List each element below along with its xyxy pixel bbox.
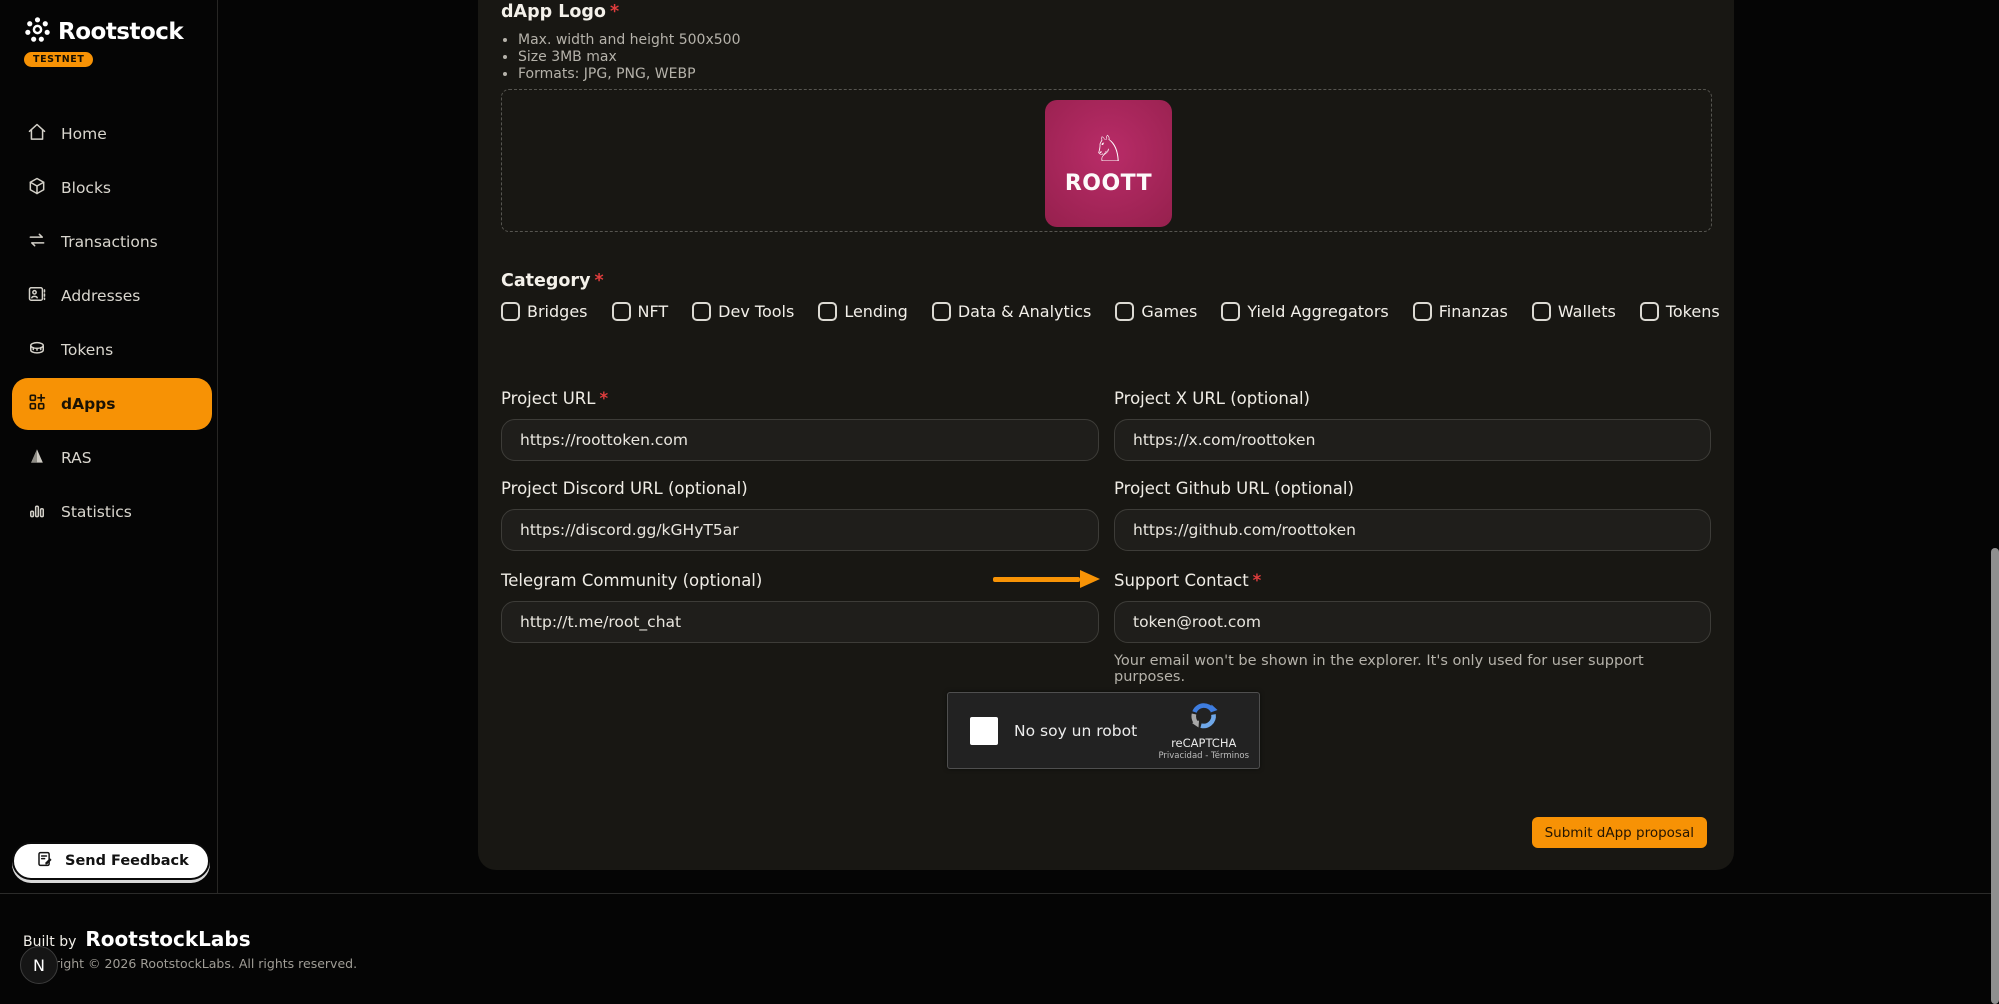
checkbox[interactable] — [612, 302, 631, 321]
sidebar-item-blocks[interactable]: Blocks — [0, 161, 217, 215]
home-icon — [27, 122, 47, 146]
checkbox[interactable] — [1221, 302, 1240, 321]
discord-url-input[interactable] — [501, 509, 1099, 551]
brand-name: Rootstock — [58, 19, 183, 45]
built-by-block: Built by RootstockLabs — [23, 927, 251, 951]
project-x-url-input[interactable] — [1114, 419, 1711, 461]
feedback-note-icon — [36, 850, 54, 872]
github-url-input[interactable] — [1114, 509, 1711, 551]
recaptcha-brand-text: reCAPTCHA — [1171, 736, 1236, 750]
checkbox[interactable] — [1115, 302, 1134, 321]
project-url-input[interactable] — [501, 419, 1099, 461]
checkbox[interactable] — [1532, 302, 1551, 321]
dapp-logo-preview[interactable]: ♘ ROOTT — [1045, 100, 1172, 227]
sidebar-item-label: Transactions — [61, 233, 158, 251]
logo-rules-list: Max. width and height 500x500 Size 3MB m… — [518, 32, 740, 83]
sidebar-item-label: Blocks — [61, 179, 111, 197]
sidebar-item-addresses[interactable]: Addresses — [0, 269, 217, 323]
category-checkbox-data-analytics[interactable]: Data & Analytics — [932, 302, 1092, 321]
sidebar-item-label: dApps — [61, 395, 116, 413]
category-checkbox-bridges[interactable]: Bridges — [501, 302, 588, 321]
cube-icon — [27, 176, 47, 200]
dapp-logo-label: dApp Logo* — [501, 2, 619, 22]
sidebar-item-label: Statistics — [61, 503, 132, 521]
category-checkbox-yield-aggregators[interactable]: Yield Aggregators — [1221, 302, 1388, 321]
notification-avatar[interactable]: N — [20, 946, 58, 984]
sidebar-item-label: Addresses — [61, 287, 140, 305]
scrollbar-thumb[interactable] — [1991, 548, 1999, 1004]
discord-url-label: Project Discord URL (optional) — [501, 479, 1099, 498]
recaptcha-checkbox[interactable] — [970, 717, 998, 745]
copyright-text: Copyright © 2026 RootstockLabs. All righ… — [23, 956, 357, 971]
recaptcha-brand: reCAPTCHA Privacidad - Términos — [1158, 701, 1249, 761]
triangle-icon — [27, 446, 47, 470]
project-x-url-field: Project X URL (optional) — [1114, 389, 1711, 461]
logo-rule: Max. width and height 500x500 — [518, 32, 740, 49]
discord-url-field: Project Discord URL (optional) — [501, 479, 1099, 551]
sidebar-item-dapps[interactable]: dApps — [12, 378, 212, 430]
sidebar-item-label: Tokens — [61, 341, 113, 359]
dapp-symbol: ROOTT — [1065, 171, 1152, 196]
sidebar-item-home[interactable]: Home — [0, 107, 217, 161]
coin-icon — [27, 338, 47, 362]
checkbox[interactable] — [818, 302, 837, 321]
telegram-input[interactable] — [501, 601, 1099, 643]
testnet-badge: TESTNET — [24, 52, 93, 67]
chess-knight-icon: ♘ — [1092, 131, 1124, 169]
category-checkbox-lending[interactable]: Lending — [818, 302, 908, 321]
category-checkbox-nft[interactable]: NFT — [612, 302, 669, 321]
send-feedback-label: Send Feedback — [65, 853, 189, 869]
logo-rule: Formats: JPG, PNG, WEBP — [518, 66, 740, 83]
swap-arrows-icon — [27, 230, 47, 254]
footer-company-name[interactable]: RootstockLabs — [85, 927, 250, 951]
recaptcha-logo-icon — [1189, 701, 1219, 735]
dapp-proposal-form-card: dApp Logo* Max. width and height 500x500… — [478, 0, 1734, 870]
support-helper-text: Your email won't be shown in the explore… — [1114, 653, 1711, 685]
github-url-label: Project Github URL (optional) — [1114, 479, 1711, 498]
brand[interactable]: Rootstock TESTNET — [24, 16, 183, 67]
category-checkbox-games[interactable]: Games — [1115, 302, 1197, 321]
bar-chart-icon — [27, 500, 47, 524]
page: Rootstock TESTNET Home Blocks Transactio… — [0, 0, 1999, 1004]
project-url-label: Project URL* — [501, 389, 1099, 408]
sidebar-item-statistics[interactable]: Statistics — [0, 485, 217, 539]
sidebar-item-label: Home — [61, 125, 107, 143]
sidebar-item-transactions[interactable]: Transactions — [0, 215, 217, 269]
logo-upload-dropzone[interactable]: ♘ ROOTT — [501, 89, 1712, 232]
project-x-url-label: Project X URL (optional) — [1114, 389, 1711, 408]
sidebar: Rootstock TESTNET Home Blocks Transactio… — [0, 0, 218, 893]
checkbox[interactable] — [1640, 302, 1659, 321]
sidebar-item-label: RAS — [61, 449, 92, 467]
github-url-field: Project Github URL (optional) — [1114, 479, 1711, 551]
apps-grid-plus-icon — [27, 392, 47, 416]
send-feedback-button[interactable]: Send Feedback — [12, 842, 210, 880]
checkbox[interactable] — [1413, 302, 1432, 321]
category-checkbox-dev-tools[interactable]: Dev Tools — [692, 302, 794, 321]
rootstock-logo-icon — [24, 16, 51, 47]
support-contact-label: Support Contact* — [1114, 571, 1711, 590]
category-checkbox-finanzas[interactable]: Finanzas — [1413, 302, 1508, 321]
category-checkbox-wallets[interactable]: Wallets — [1532, 302, 1616, 321]
support-contact-input[interactable] — [1114, 601, 1711, 643]
recaptcha-widget[interactable]: No soy un robot reCAPTCHA Privacidad - T… — [947, 692, 1260, 769]
checkbox[interactable] — [692, 302, 711, 321]
checkbox[interactable] — [501, 302, 520, 321]
submit-dapp-proposal-button[interactable]: Submit dApp proposal — [1532, 817, 1707, 848]
category-checkbox-row: Bridges NFT Dev Tools Lending Data & Ana… — [501, 302, 1720, 321]
support-contact-field: Support Contact* Your email won't be sho… — [1114, 571, 1711, 685]
category-label: Category* — [501, 271, 604, 291]
sidebar-item-ras[interactable]: RAS — [0, 431, 217, 485]
recaptcha-label: No soy un robot — [1014, 722, 1137, 740]
footer: Built by RootstockLabs Copyright © 2026 … — [0, 893, 1999, 1004]
sidebar-item-tokens[interactable]: Tokens — [0, 323, 217, 377]
category-checkbox-tokens[interactable]: Tokens — [1640, 302, 1720, 321]
checkbox[interactable] — [932, 302, 951, 321]
recaptcha-privacy-links[interactable]: Privacidad - Términos — [1158, 751, 1249, 761]
sidebar-nav: Home Blocks Transactions Addresses Token… — [0, 107, 217, 539]
project-url-field: Project URL* — [501, 389, 1099, 461]
annotation-arrow — [993, 570, 1100, 588]
logo-rule: Size 3MB max — [518, 49, 740, 66]
contact-card-icon — [27, 284, 47, 308]
